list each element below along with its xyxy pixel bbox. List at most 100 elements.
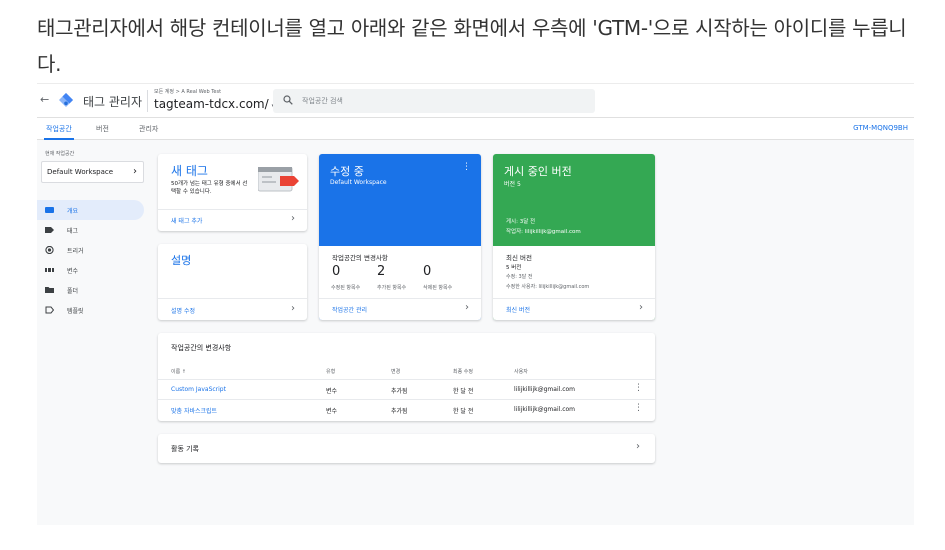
- workspace-label: 현재 작업공간: [45, 151, 75, 157]
- more-vert-icon[interactable]: ⋮: [634, 383, 643, 393]
- chevron-right-icon[interactable]: ›: [636, 441, 640, 452]
- tab-admin[interactable]: 관리자: [139, 124, 158, 134]
- column-header-type: 유형: [326, 369, 336, 375]
- title-divider: [147, 90, 148, 112]
- sidebar-item-label: 개요: [67, 208, 79, 215]
- top-app-bar: ← 태그 관리자 모든 계정 > A Real Web Test tagteam…: [37, 84, 914, 118]
- back-arrow-icon[interactable]: ←: [40, 93, 49, 106]
- tab-workspace[interactable]: 작업공간: [46, 124, 72, 134]
- column-header-modified: 최종 수정: [453, 369, 473, 375]
- activity-history-title: 활동 기록: [171, 445, 199, 453]
- modified-label: 수정된 항목수: [331, 285, 361, 291]
- row-modified: 한 달 전: [453, 408, 474, 415]
- sidebar-item-overview[interactable]: 개요: [37, 200, 144, 220]
- app-title: 태그 관리자: [83, 95, 143, 109]
- latest-version-number: 5 버전: [506, 265, 522, 271]
- manage-workspace-link[interactable]: 작업공간 관리: [332, 305, 367, 314]
- published-time: 게시: 3달 전: [506, 219, 536, 225]
- row-user: lilijkillijk@gmail.com: [514, 386, 576, 393]
- sidebar-item-tags[interactable]: 태그: [37, 220, 144, 240]
- latest-modified-by: 수정한 사용자: lilijkillijk@gmail.com: [506, 284, 590, 290]
- sidebar-item-templates[interactable]: 템플릿: [37, 300, 144, 320]
- card-divider: [158, 298, 307, 299]
- trigger-icon: [45, 246, 54, 254]
- account-breadcrumb[interactable]: 모든 계정 > A Real Web Test: [154, 88, 221, 95]
- sidebar-item-triggers[interactable]: 트리거: [37, 240, 144, 260]
- overview-icon: [45, 207, 54, 213]
- gtm-logo-icon: [59, 93, 73, 107]
- description-title: 설명: [171, 254, 192, 267]
- table-row[interactable]: 맞춤 자바스크립트 변수 추가됨 한 달 전 lilijkillijk@gmai…: [158, 399, 655, 419]
- column-header-user: 사용자: [514, 369, 528, 375]
- latest-version-title: 최신 버전: [506, 254, 532, 262]
- latest-version-link[interactable]: 최신 버전: [506, 305, 530, 314]
- search-placeholder: 작업공간 검색: [302, 97, 343, 105]
- modified-count: 0: [332, 264, 341, 279]
- column-header-change: 변경: [391, 369, 401, 375]
- card-divider: [319, 298, 481, 299]
- sidebar-item-label: 폴더: [67, 288, 79, 295]
- tab-versions[interactable]: 버전: [96, 124, 109, 134]
- variable-icon: [45, 267, 54, 273]
- added-label: 추가된 항목수: [377, 285, 407, 291]
- workspace-changes-table: 작업공간의 변경사항 이름 ↑ 유형 변경 최종 수정 사용자 Custom J…: [158, 333, 655, 421]
- workspace-editing-card: 수정 중 Default Workspace ⋮ 작업공간의 변경사항 0 2 …: [319, 154, 481, 320]
- sidebar-item-folders[interactable]: 폴더: [37, 280, 144, 300]
- sidebar-item-label: 태그: [67, 228, 79, 235]
- edit-description-link[interactable]: 설명 수정: [171, 306, 195, 315]
- live-version-title: 게시 중인 버전: [504, 165, 572, 178]
- deleted-label: 삭제된 항목수: [423, 285, 453, 291]
- more-vert-icon[interactable]: ⋮: [634, 403, 643, 413]
- workspace-selector[interactable]: Default Workspace ›: [41, 161, 144, 183]
- workspace-changes-summary: 작업공간의 변경사항 0 2 0 수정된 항목수 추가된 항목수 삭제된 항목수…: [319, 246, 481, 320]
- search-icon: [283, 95, 293, 105]
- changes-table-title: 작업공간의 변경사항: [171, 344, 232, 352]
- sidebar-item-label: 트리거: [67, 248, 84, 255]
- publisher: 작업자: lilijkillijk@gmail.com: [506, 229, 581, 235]
- editing-workspace-name: Default Workspace: [330, 179, 387, 186]
- chevron-right-icon[interactable]: ›: [639, 302, 643, 313]
- folder-icon: [45, 287, 54, 293]
- row-name[interactable]: 맞춤 자바스크립트: [171, 406, 217, 415]
- row-type: 변수: [326, 408, 338, 415]
- container-name: tagteam-tdcx.com/: [154, 97, 269, 111]
- active-tab-indicator: [44, 138, 74, 140]
- more-vert-icon[interactable]: ⋮: [462, 162, 471, 172]
- row-name[interactable]: Custom JavaScript: [171, 386, 226, 393]
- search-input[interactable]: 작업공간 검색: [273, 89, 595, 113]
- row-user: lilijkillijk@gmail.com: [514, 406, 576, 413]
- chevron-right-icon[interactable]: ›: [291, 303, 295, 314]
- table-row[interactable]: Custom JavaScript 변수 추가됨 한 달 전 lilijkill…: [158, 379, 655, 399]
- row-type: 변수: [326, 388, 338, 395]
- row-modified: 한 달 전: [453, 388, 474, 395]
- editing-title: 수정 중: [330, 165, 364, 178]
- container-id-link[interactable]: GTM-MQNQ9BH: [853, 124, 908, 132]
- card-divider: [158, 209, 307, 210]
- tab-bar: 작업공간 버전 관리자 GTM-MQNQ9BH: [37, 118, 914, 140]
- column-header-name[interactable]: 이름 ↑: [171, 368, 186, 375]
- add-new-tag-link[interactable]: 새 태그 추가: [171, 216, 202, 225]
- sidebar-item-label: 변수: [67, 268, 79, 275]
- new-tag-card[interactable]: 새 태그 50개가 넘는 태그 유형 중에서 선택할 수 있습니다. 새 태그 …: [158, 154, 307, 231]
- live-version-card: 게시 중인 버전 버전 5 게시: 3달 전 작업자: lilijkillijk…: [493, 154, 655, 320]
- sidebar-item-variables[interactable]: 변수: [37, 260, 144, 280]
- container-selector[interactable]: tagteam-tdcx.com/▾: [154, 97, 275, 111]
- row-change: 추가됨: [391, 388, 408, 395]
- new-tag-title: 새 태그: [171, 164, 208, 178]
- latest-modified: 수정: 3달 전: [506, 274, 533, 280]
- added-count: 2: [377, 264, 386, 279]
- activity-history-card[interactable]: 활동 기록 ›: [158, 434, 655, 463]
- tag-icon: [45, 227, 54, 233]
- new-tag-description: 50개가 넘는 태그 유형 중에서 선택할 수 있습니다.: [171, 181, 248, 195]
- latest-version-summary: 최신 버전 5 버전 수정: 3달 전 수정한 사용자: lilijkillij…: [493, 246, 655, 320]
- chevron-right-icon[interactable]: ›: [465, 302, 469, 313]
- description-card: 설명 설명 수정 ›: [158, 244, 307, 320]
- card-divider: [493, 298, 655, 299]
- chevron-right-icon[interactable]: ›: [291, 213, 295, 224]
- sidebar-item-label: 템플릿: [67, 308, 84, 315]
- tag-illustration-icon: [258, 167, 299, 192]
- article-paragraph: 태그관리자에서 해당 컨테이너를 열고 아래와 같은 화면에서 우측에 'GTM…: [37, 16, 907, 76]
- live-version-number: 버전 5: [504, 181, 521, 188]
- gtm-screenshot: ← 태그 관리자 모든 계정 > A Real Web Test tagteam…: [37, 83, 914, 525]
- row-change: 추가됨: [391, 408, 408, 415]
